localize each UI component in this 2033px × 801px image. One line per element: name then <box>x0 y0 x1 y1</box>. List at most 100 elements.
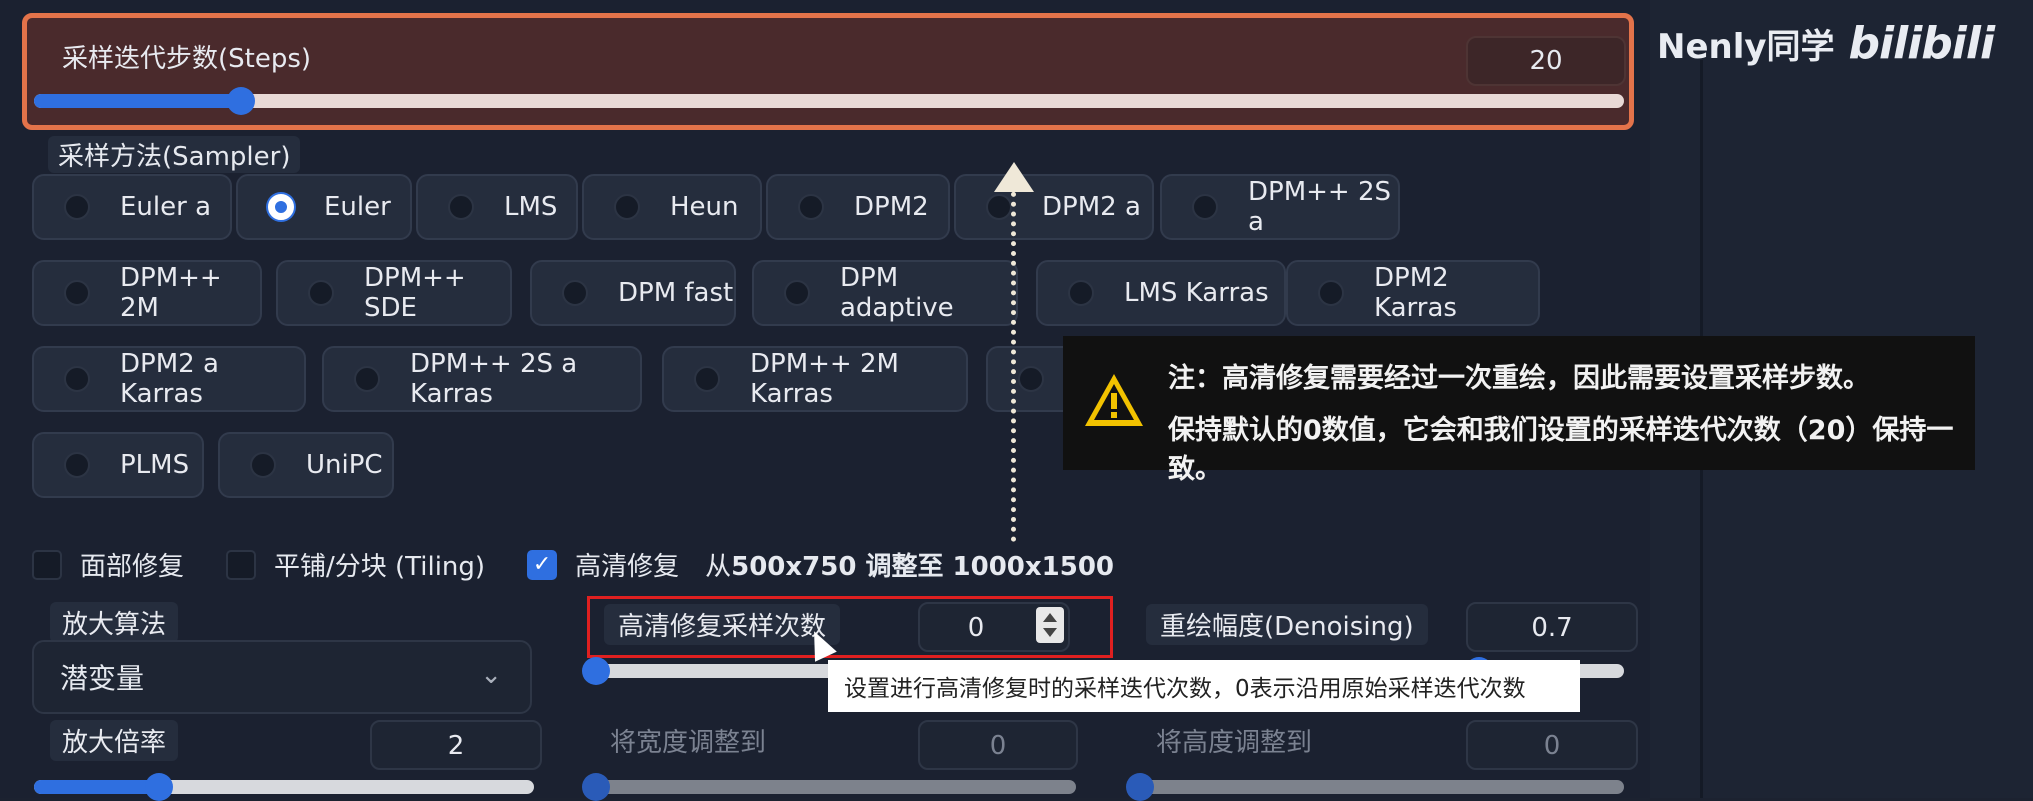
sampler-option-dpmpp-2m[interactable]: DPM++ 2M <box>32 260 262 326</box>
sampler-option-dpmpp-2s-a-karras[interactable]: DPM++ 2S a Karras <box>322 346 642 412</box>
sampler-option-heun[interactable]: Heun <box>582 174 762 240</box>
scale-input[interactable]: 2 <box>370 720 542 770</box>
radio-icon <box>1068 280 1094 306</box>
radio-icon <box>308 280 334 306</box>
upscaler-label: 放大算法 <box>50 602 179 643</box>
radio-icon <box>448 194 474 220</box>
hires-checkbox[interactable]: ✓ <box>527 549 558 580</box>
radio-icon <box>354 366 380 392</box>
resize-width-slider-thumb[interactable] <box>582 773 610 801</box>
sampler-option-plms[interactable]: PLMS <box>32 432 204 498</box>
sampler-option-label: DPM2 a Karras <box>120 349 219 409</box>
sampler-option-dpm-fast[interactable]: DPM fast <box>530 260 736 326</box>
hires-steps-tooltip: 设置进行高清修复时的采样迭代次数，0表示沿用原始采样迭代次数 <box>828 660 1580 712</box>
sampler-option-lms[interactable]: LMS <box>416 174 578 240</box>
resize-width-label: 将宽度调整到 <box>610 728 767 758</box>
face-restore-label: 面部修复 <box>80 552 185 582</box>
steps-label: 采样迭代步数(Steps) <box>62 44 312 74</box>
sampler-option-dpmpp-2s-a[interactable]: DPM++ 2S a <box>1160 174 1400 240</box>
resize-height-input[interactable]: 0 <box>1466 720 1638 770</box>
radio-icon <box>64 452 90 478</box>
sampler-option-label: Heun <box>670 192 739 222</box>
radio-icon <box>64 194 90 220</box>
hires-label: 高清修复 <box>575 552 680 582</box>
sampler-option-euler-a[interactable]: Euler a <box>32 174 232 240</box>
radio-icon <box>1018 366 1044 392</box>
denoising-input[interactable]: 0.7 <box>1466 602 1638 652</box>
hires-steps-slider-thumb[interactable] <box>582 657 610 685</box>
radio-icon <box>1318 280 1344 306</box>
scale-slider-fill <box>34 780 159 794</box>
radio-icon <box>250 452 276 478</box>
upscaler-value: 潜变量 <box>60 662 145 695</box>
options-row: 面部修复 平铺/分块 (Tiling) ✓ 高清修复 从 500x750 调整至… <box>32 546 1114 583</box>
radio-icon <box>694 366 720 392</box>
sampler-option-label: DPM++ SDE <box>364 263 466 323</box>
resize-prefix: 从 <box>705 552 732 582</box>
sampler-option-dpm2-a[interactable]: DPM2 a <box>954 174 1154 240</box>
scale-slider[interactable] <box>34 773 534 801</box>
sampler-option-label: DPM++ 2S a <box>1248 177 1392 237</box>
sampler-option-label: UniPC <box>306 450 383 480</box>
sampler-option-dpm-adaptive[interactable]: DPM adaptive <box>752 260 1018 326</box>
hires-steps-highlight <box>587 596 1113 658</box>
sampler-option-label: Euler <box>324 192 391 222</box>
radio-icon <box>986 194 1012 220</box>
sampler-option-label: DPM2 Karras <box>1374 263 1457 323</box>
radio-icon <box>1192 194 1218 220</box>
resize-height-slider-thumb[interactable] <box>1126 773 1154 801</box>
steps-slider-fill <box>34 94 241 108</box>
resize-height-slider[interactable] <box>1126 773 1624 801</box>
sampler-option-euler[interactable]: Euler <box>236 174 412 240</box>
watermark: Nenly同学 bilibili <box>1657 18 1995 69</box>
scale-label: 放大倍率 <box>50 720 179 761</box>
scale-slider-thumb[interactable] <box>145 773 173 801</box>
sampler-option-label: DPM++ 2M Karras <box>750 349 899 409</box>
sampler-title: 采样方法(Sampler) <box>48 136 301 173</box>
radio-icon <box>64 366 90 392</box>
radio-icon <box>614 194 640 220</box>
sampler-option-label: LMS Karras <box>1124 278 1269 308</box>
resize-width-input[interactable]: 0 <box>918 720 1078 770</box>
sampler-option-label: DPM++ 2S a Karras <box>410 349 578 409</box>
resize-width-slider[interactable] <box>582 773 1076 801</box>
tiling-label: 平铺/分块 (Tiling) <box>274 552 486 582</box>
sampler-option-label: LMS <box>504 192 558 222</box>
sampler-option-dpm2-karras[interactable]: DPM2 Karras <box>1286 260 1540 326</box>
steps-slider[interactable] <box>34 87 1624 115</box>
face-restore-checkbox[interactable] <box>32 549 62 580</box>
sampler-option-label: DPM2 <box>854 192 929 222</box>
bilibili-logo: bilibili <box>1848 18 1995 69</box>
warning-icon <box>1085 374 1143 426</box>
radio-icon <box>798 194 824 220</box>
note-line-2: 保持默认的0数值，它会和我们设置的采样迭代次数（20）保持一致。 <box>1168 415 1954 485</box>
arrow-up-icon <box>994 162 1034 192</box>
note-line-1: 注：高清修复需要经过一次重绘，因此需要设置采样步数。 <box>1168 363 1870 394</box>
annotation-arrow-line <box>1011 182 1016 542</box>
sampler-option-lms-karras[interactable]: LMS Karras <box>1036 260 1286 326</box>
sampler-option-dpm2-a-karras[interactable]: DPM2 a Karras <box>32 346 306 412</box>
sampler-option-unipc[interactable]: UniPC <box>218 432 394 498</box>
sampler-option-label: Euler a <box>120 192 212 222</box>
annotation-note: 注：高清修复需要经过一次重绘，因此需要设置采样步数。 保持默认的0数值，它会和我… <box>1063 336 1975 485</box>
resize-height-label: 将高度调整到 <box>1156 728 1313 758</box>
author-name: Nenly同学 <box>1657 27 1835 67</box>
steps-slider-thumb[interactable] <box>226 87 255 115</box>
steps-input[interactable]: 20 <box>1466 36 1626 86</box>
sampler-option-label: DPM fast <box>618 278 734 308</box>
sampler-option-dpm2[interactable]: DPM2 <box>766 174 950 240</box>
radio-selected-icon <box>268 194 294 220</box>
upscaler-dropdown[interactable]: 潜变量 ⌄ <box>32 640 532 714</box>
sampler-option-label: PLMS <box>120 450 190 480</box>
sampler-option-dpmpp-2m-karras[interactable]: DPM++ 2M Karras <box>662 346 968 412</box>
sampler-option-label: DPM++ 2M <box>120 263 222 323</box>
denoising-label: 重绘幅度(Denoising) <box>1146 604 1428 645</box>
sampler-option-label: DPM2 a <box>1042 192 1141 222</box>
radio-icon <box>784 280 810 306</box>
tiling-checkbox[interactable] <box>226 549 257 580</box>
radio-icon <box>64 280 90 306</box>
resize-info: 500x750 调整至 1000x1500 <box>731 552 1115 582</box>
radio-icon <box>562 280 588 306</box>
sampler-option-dpmpp-sde[interactable]: DPM++ SDE <box>276 260 512 326</box>
chevron-down-icon: ⌄ <box>480 660 502 690</box>
